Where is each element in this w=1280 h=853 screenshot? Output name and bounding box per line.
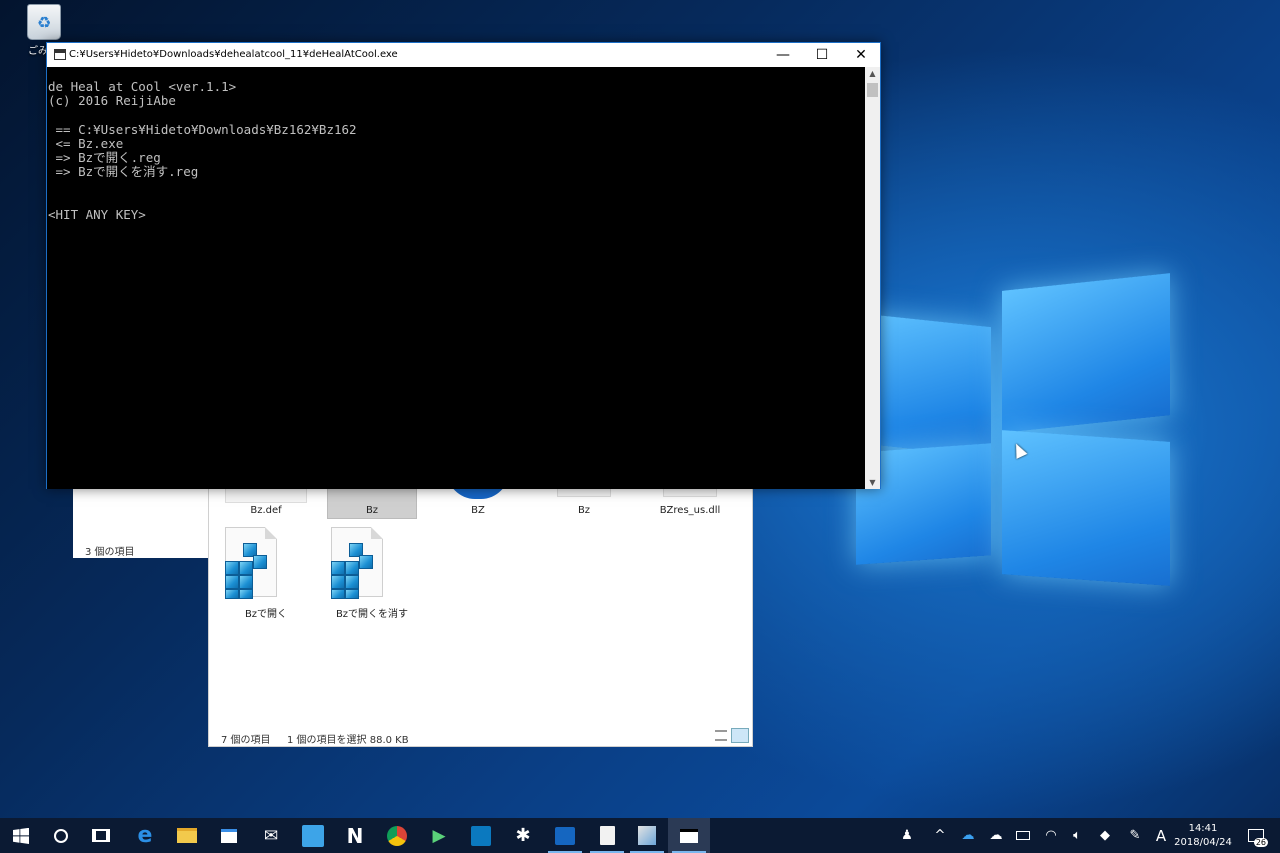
pen-app-icon[interactable]: ▶: [418, 818, 460, 853]
clock[interactable]: 14:41 2018/04/24: [1170, 822, 1236, 850]
scroll-down-icon[interactable]: ▼: [865, 478, 880, 487]
edge-icon[interactable]: e: [124, 818, 166, 853]
onedrive-icon[interactable]: ☁: [956, 818, 980, 853]
console-output[interactable]: de Heal at Cool <ver.1.1> (c) 2016 Reiji…: [47, 67, 866, 489]
console-line: => Bzで開く.reg: [48, 149, 161, 165]
volume-icon[interactable]: 🔈︎: [1066, 818, 1088, 853]
close-button[interactable]: ✕: [841, 43, 881, 67]
registry-file-icon[interactable]: [209, 527, 279, 601]
notepad-icon[interactable]: [586, 818, 628, 853]
clock-time: 14:41: [1188, 823, 1218, 834]
store-icon[interactable]: [208, 818, 250, 853]
registry-file-icon[interactable]: [315, 527, 385, 601]
ime-indicator[interactable]: A: [1152, 818, 1170, 853]
minimize-button[interactable]: —: [763, 43, 803, 67]
chevron-up-icon[interactable]: ^: [930, 818, 950, 853]
action-center-icon[interactable]: 26: [1244, 818, 1268, 853]
clock-date: 2018/04/24: [1174, 837, 1232, 848]
console-line: == C:¥Users¥Hideto¥Downloads¥Bz162¥Bz162: [48, 121, 357, 137]
dropbox-icon[interactable]: ◆: [1094, 818, 1116, 853]
status-item-count: 3 個の項目: [85, 547, 135, 558]
chrome-icon[interactable]: [376, 818, 418, 853]
powershell-icon[interactable]: [544, 818, 586, 853]
console-window[interactable]: C:¥Users¥Hideto¥Downloads¥dehealatcool_1…: [46, 42, 881, 489]
pen-icon[interactable]: ✎: [1124, 818, 1146, 853]
maximize-button[interactable]: ☐: [802, 43, 842, 67]
wifi-icon[interactable]: ◠: [1040, 818, 1062, 853]
scrollbar-thumb[interactable]: [867, 83, 878, 97]
scroll-up-icon[interactable]: ▲: [865, 69, 880, 78]
large-icons-view-icon[interactable]: [731, 728, 749, 743]
app-icon[interactable]: [292, 818, 334, 853]
console-line: <= Bz.exe: [48, 135, 124, 151]
cloud-icon[interactable]: ☁: [984, 818, 1008, 853]
windows-logo-wallpaper: [850, 270, 1180, 590]
console-line: (c) 2016 ReijiAbe: [48, 93, 176, 109]
start-icon[interactable]: [0, 818, 42, 853]
explorer-window[interactable]: Bz.def Bz BZ Bz BZres_us.dll Bzで開く Bzで開く…: [208, 470, 753, 747]
console-line: de Heal at Cool <ver.1.1>: [48, 79, 237, 94]
notification-count: 26: [1253, 838, 1268, 847]
slack-icon[interactable]: ✱: [502, 818, 544, 853]
battery-icon[interactable]: [1012, 818, 1034, 853]
console-title: C:¥Users¥Hideto¥Downloads¥dehealatcool_1…: [69, 49, 398, 60]
taskbar: e ✉ N ▶ ✱ ♟ ^ ☁ ☁ ◠ 🔈︎ ◆ ✎ A 14:41 2018/…: [0, 818, 1280, 853]
console-line: <HIT ANY KEY>: [48, 206, 146, 222]
status-selection: 1 個の項目を選択 88.0 KB: [287, 735, 409, 746]
console-line: => Bzで開くを消す.reg: [48, 164, 199, 180]
status-bar: 7 個の項目 1 個の項目を選択 88.0 KB: [209, 726, 752, 746]
paint-icon[interactable]: [626, 818, 668, 853]
console-app-icon[interactable]: [668, 818, 710, 853]
task-view-icon[interactable]: [80, 818, 122, 853]
console-icon: [54, 49, 66, 60]
people-icon[interactable]: ♟: [896, 818, 918, 853]
mail-icon[interactable]: ✉: [250, 818, 292, 853]
status-item-count: 7 個の項目: [221, 735, 271, 746]
console-scrollbar[interactable]: ▲ ▼: [865, 67, 880, 489]
cortana-icon[interactable]: [40, 818, 82, 853]
n-app-icon[interactable]: N: [334, 818, 376, 853]
trello-icon[interactable]: [460, 818, 502, 853]
file-explorer-icon[interactable]: [166, 818, 208, 853]
console-title-bar[interactable]: C:¥Users¥Hideto¥Downloads¥dehealatcool_1…: [47, 43, 880, 67]
recycle-bin-icon: ♻: [27, 4, 61, 40]
details-view-icon[interactable]: [715, 730, 727, 741]
